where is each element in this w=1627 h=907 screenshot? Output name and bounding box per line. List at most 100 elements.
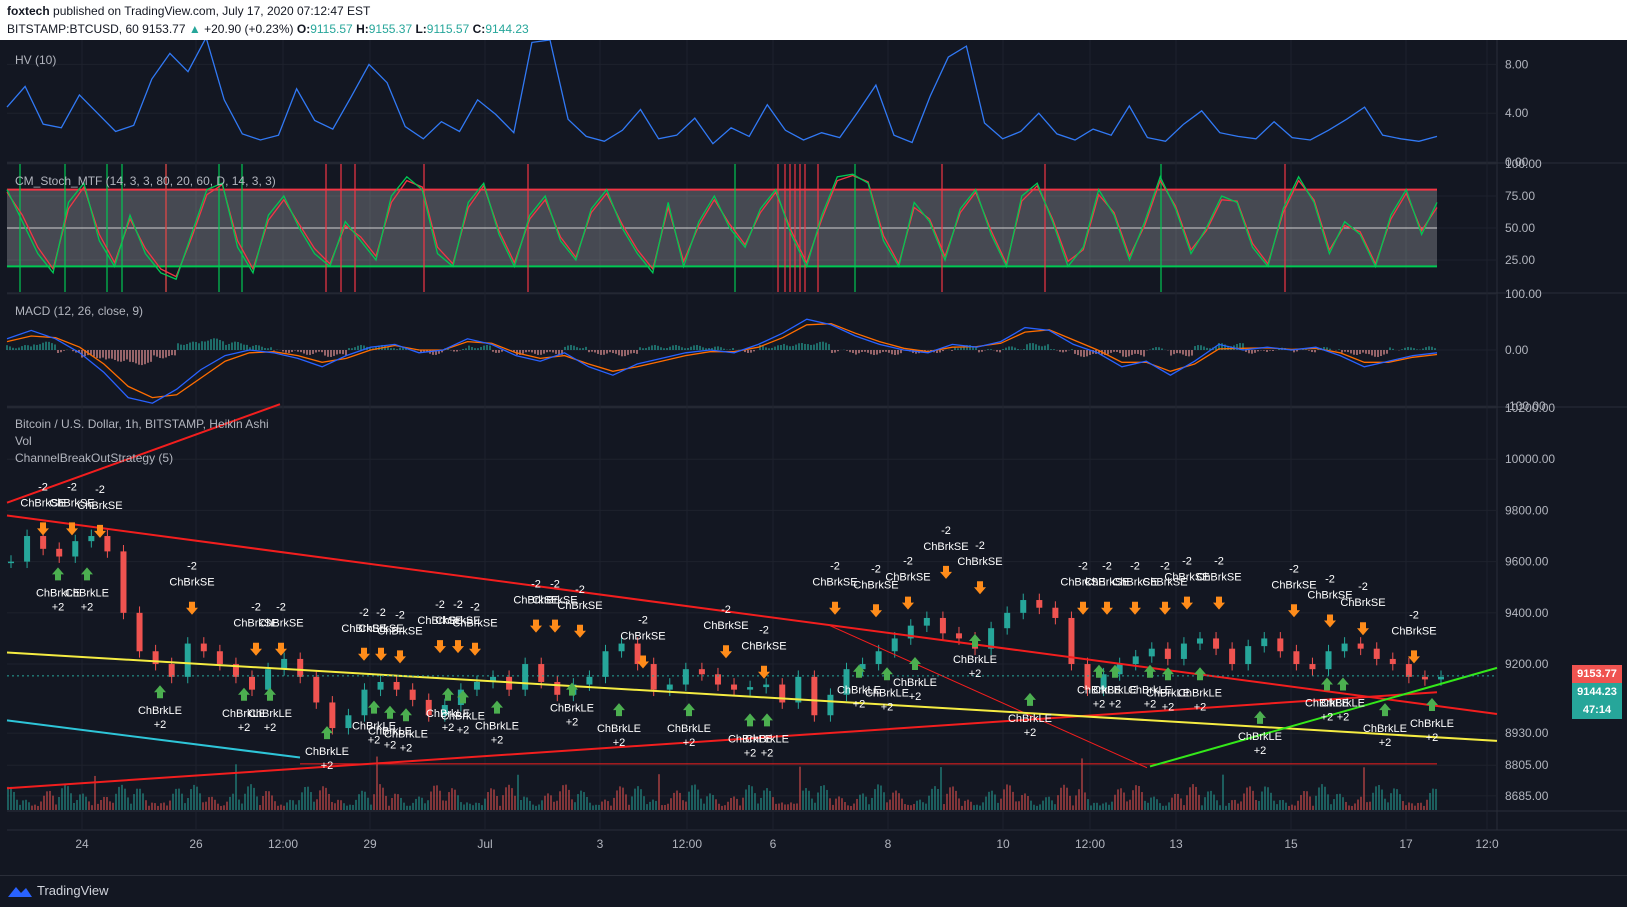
volume-bar (1075, 795, 1077, 810)
short-signal-label: ChBrkSE (885, 572, 930, 584)
hv-pane-title: HV (10) (15, 53, 57, 67)
volume-bar (319, 790, 321, 810)
volume-bar (130, 803, 132, 810)
volume-bar (424, 803, 426, 810)
volume-bar (1414, 805, 1416, 810)
short-signal-label: ChBrkSE (377, 625, 422, 637)
volume-bar (1129, 799, 1131, 810)
volume-bar (574, 802, 576, 810)
chart-area[interactable]: 24 26 12:00 29 Jul 3 12:00 6 8 10 12:00 13 15 17 12:0 8… (0, 40, 1627, 875)
volume-bar (1360, 796, 1362, 810)
volume-bar (907, 804, 909, 810)
hv-line (6, 40, 1438, 145)
volume-bar (1096, 802, 1098, 810)
volume-bar (925, 803, 927, 810)
volume-bar (178, 788, 180, 810)
volume-bar (1387, 802, 1389, 810)
candle-body (8, 561, 14, 564)
volume-bar (1003, 789, 1005, 810)
candle-body (1309, 664, 1316, 670)
long-signal-arrow-icon (384, 705, 396, 719)
volume-bar (979, 805, 981, 810)
volume-bar (1204, 797, 1206, 810)
volume-bar (565, 784, 567, 810)
volume-bar (1027, 795, 1029, 810)
volume-bar (1399, 794, 1401, 810)
volume-bar (532, 804, 534, 810)
volume-bar (928, 795, 930, 810)
long-signal-arrow-icon (442, 687, 454, 701)
time-tick-label: 24 (75, 837, 89, 851)
short-signal-qty: -2 (1358, 581, 1368, 593)
volume-bar (544, 795, 546, 810)
volume-bar (310, 792, 312, 810)
volume-bar (1396, 789, 1398, 810)
short-signal-arrow-icon (1324, 614, 1336, 628)
volume-bar (1162, 805, 1164, 810)
volume-bar (124, 788, 126, 810)
volume-bar (1171, 797, 1173, 810)
volume-bar (37, 805, 39, 810)
volume-bar (967, 799, 969, 810)
price-tick-label: 9200.00 (1505, 657, 1549, 671)
candle-body (875, 651, 882, 665)
volume-bar (1291, 804, 1293, 810)
volume-bar (298, 800, 300, 810)
volume-bar (616, 790, 618, 810)
price-tick-label: 10200.00 (1505, 401, 1555, 415)
long-signal-qty: +2 (1379, 737, 1392, 749)
volume-bar (1282, 799, 1284, 810)
volume-bar (361, 790, 363, 810)
long-signal-arrow-icon (1194, 667, 1206, 681)
volume-bar (1099, 805, 1101, 810)
volume-bar (601, 801, 603, 810)
tradingview-logo[interactable]: TradingView (7, 883, 109, 898)
long-signal-label: ChBrkLE (953, 654, 997, 666)
volume-bar (466, 802, 468, 810)
volume-bar (433, 785, 435, 810)
candle-body (297, 658, 304, 677)
volume-bar (994, 794, 996, 810)
volume-bar (520, 799, 522, 810)
volume-bar (1264, 786, 1266, 810)
price-tick-label: 100.00 (1505, 287, 1542, 301)
short-signal-qty: -2 (1289, 563, 1299, 575)
volume-bar (106, 797, 108, 810)
volume-bar (664, 804, 666, 810)
candle-body (216, 651, 223, 665)
volume-bar (856, 798, 858, 810)
volume-bar (244, 793, 246, 810)
long-signal-qty: +2 (1024, 727, 1037, 739)
chart-canvas[interactable]: 24 26 12:00 29 Jul 3 12:00 6 8 10 12:00 13 15 17 12:0 8… (0, 40, 1627, 875)
candle-body (1180, 643, 1187, 659)
volume-bar (154, 803, 156, 810)
author-name[interactable]: foxtech (7, 4, 50, 18)
volume-bar (1252, 790, 1254, 810)
short-signal-arrow-icon (870, 604, 882, 618)
candle-body (265, 669, 272, 690)
volume-bar (901, 798, 903, 810)
volume-bar (202, 802, 204, 810)
volume-bar (763, 790, 765, 810)
candle-body (329, 702, 336, 729)
volume-bar (103, 796, 105, 810)
volume-bar (469, 803, 471, 810)
volume-bar (931, 788, 933, 810)
volume-bar (76, 799, 78, 810)
volume-bar (1225, 805, 1227, 810)
long-signal-arrow-icon (1254, 710, 1266, 724)
volume-bar (1189, 787, 1191, 810)
volume-bar (400, 797, 402, 810)
short-signal-qty: -2 (759, 625, 769, 637)
volume-bar (823, 785, 825, 810)
volume-bar (898, 793, 900, 810)
volume-bar (331, 801, 333, 810)
candle-body (1004, 612, 1011, 629)
open-value: 9115.57 (310, 22, 353, 36)
volume-bar (793, 803, 795, 810)
volume-bar (895, 790, 897, 810)
volume-bar (916, 800, 918, 810)
volume-bar (889, 799, 891, 810)
volume-bar (754, 793, 756, 810)
long-signal-qty: +2 (613, 737, 626, 749)
